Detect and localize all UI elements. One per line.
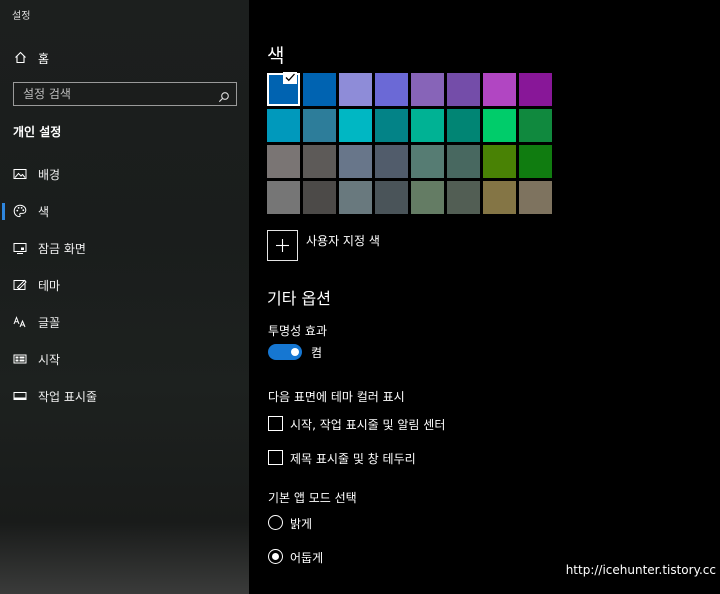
start-taskbar-checkbox[interactable] [268,416,283,431]
app-mode-label: 기본 앱 모드 선택 [268,491,357,505]
color-swatch[interactable] [411,145,444,178]
sidebar-item-fonts[interactable]: 글꼴 [0,309,249,335]
dark-mode-label: 어둡게 [290,551,324,565]
color-swatch[interactable] [375,109,408,142]
start-taskbar-checkbox-label: 시작, 작업 표시줄 및 알림 센터 [290,418,446,432]
color-swatch[interactable] [483,109,516,142]
lock-screen-icon [13,241,27,255]
search-icon[interactable] [218,88,230,107]
sidebar: 설정 홈 개인 설정 배경 색 잠금 화면 테마 [0,0,249,594]
sidebar-item-background[interactable]: 배경 [0,161,249,187]
color-swatch[interactable] [303,109,336,142]
color-swatch[interactable] [411,181,444,214]
sidebar-item-label: 잠금 화면 [38,242,86,256]
color-swatch[interactable] [339,145,372,178]
color-swatch[interactable] [267,109,300,142]
checkmark-icon [283,72,297,84]
plus-icon[interactable] [267,230,298,261]
color-swatch[interactable] [483,73,516,106]
window-title: 설정 [12,11,31,22]
light-mode-radio[interactable] [268,515,283,530]
color-swatch[interactable] [519,145,552,178]
color-swatch[interactable] [267,181,300,214]
sidebar-item-label: 배경 [38,168,61,182]
color-swatch[interactable] [519,109,552,142]
font-icon [13,315,27,329]
sidebar-item-label: 글꼴 [38,316,61,330]
custom-color-button[interactable]: 사용자 지정 색 [267,230,380,261]
search-input[interactable] [23,87,213,101]
color-swatch[interactable] [519,181,552,214]
color-swatch[interactable] [483,181,516,214]
color-swatch[interactable] [303,181,336,214]
titlebar-checkbox-label: 제목 표시줄 및 창 테두리 [290,452,416,466]
sidebar-item-start[interactable]: 시작 [0,346,249,372]
color-swatch[interactable] [267,145,300,178]
dark-mode-radio[interactable] [268,549,283,564]
color-swatch[interactable] [483,145,516,178]
section-title: 개인 설정 [13,125,62,139]
color-swatch[interactable] [303,145,336,178]
sidebar-item-theme[interactable]: 테마 [0,272,249,298]
transparency-state: 켬 [311,346,323,360]
sidebar-item-label: 시작 [38,353,61,367]
color-swatch-grid [267,72,552,214]
home-icon [14,51,27,67]
color-swatch[interactable] [519,73,552,106]
color-swatch[interactable] [447,109,480,142]
color-swatch[interactable] [339,73,372,106]
search-box[interactable] [13,82,237,106]
accent-surfaces-label: 다음 표면에 테마 컬러 표시 [268,390,405,404]
transparency-toggle[interactable] [268,344,302,360]
page-title: 색 [267,45,285,67]
titlebar-checkbox[interactable] [268,450,283,465]
color-swatch[interactable] [339,181,372,214]
sidebar-item-label: 작업 표시줄 [38,390,98,404]
other-options-heading: 기타 옵션 [267,289,331,308]
color-swatch[interactable] [303,73,336,106]
color-swatch[interactable] [375,73,408,106]
home-label: 홈 [38,52,50,66]
home-nav-item[interactable]: 홈 [14,50,49,67]
color-swatch[interactable] [411,109,444,142]
custom-color-label: 사용자 지정 색 [306,234,380,248]
sidebar-item-label: 색 [38,205,50,219]
color-swatch[interactable] [375,181,408,214]
main-content: 색 사용자 지정 색 기타 옵션 투명성 효과 켬 다음 표면에 테마 컬러 표… [249,0,720,594]
color-swatch[interactable] [447,73,480,106]
light-mode-label: 밝게 [290,517,313,531]
watermark: http://icehunter.tistory.cc [565,563,716,577]
color-swatch[interactable] [267,72,300,106]
color-swatch[interactable] [375,145,408,178]
start-icon [13,352,27,366]
color-swatch[interactable] [339,109,372,142]
transparency-label: 투명성 효과 [268,324,328,338]
taskbar-icon [13,389,27,403]
sidebar-item-taskbar[interactable]: 작업 표시줄 [0,383,249,409]
palette-icon [13,204,27,218]
sidebar-item-label: 테마 [38,279,61,293]
sidebar-item-lock-screen[interactable]: 잠금 화면 [0,235,249,261]
sidebar-item-color[interactable]: 색 [0,198,249,224]
theme-icon [13,278,27,292]
picture-icon [13,167,27,181]
color-swatch[interactable] [411,73,444,106]
color-swatch[interactable] [447,145,480,178]
color-swatch[interactable] [447,181,480,214]
